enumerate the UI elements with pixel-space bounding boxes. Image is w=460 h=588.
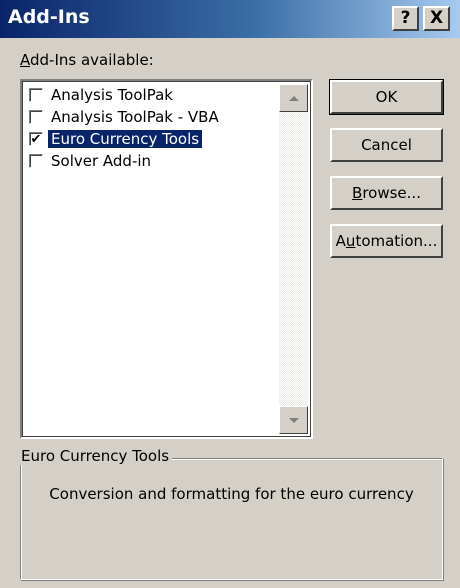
help-icon: ? — [400, 8, 411, 28]
list-item-analysis-toolpak[interactable]: Analysis ToolPak — [25, 84, 279, 106]
cancel-button[interactable]: Cancel — [330, 128, 443, 162]
list-item-euro-currency-tools[interactable]: ✔ Euro Currency Tools — [25, 128, 279, 150]
list-item-label: Analysis ToolPak - VBA — [51, 108, 219, 126]
checkbox-analysis-toolpak-vba[interactable] — [29, 110, 43, 124]
description-groupbox — [20, 458, 443, 580]
help-button[interactable]: ? — [392, 6, 419, 31]
list-item-solver-add-in[interactable]: Solver Add-in — [25, 150, 279, 172]
list-item-label: Solver Add-in — [51, 152, 152, 170]
list-item-analysis-toolpak-vba[interactable]: Analysis ToolPak - VBA — [25, 106, 279, 128]
browse-button[interactable]: Browse... — [330, 176, 443, 210]
automation-button[interactable]: Automation... — [330, 224, 443, 258]
cancel-button-label: Cancel — [361, 136, 412, 154]
close-button[interactable]: X — [423, 6, 450, 31]
title-bar[interactable]: Add-Ins ? X — [0, 0, 460, 38]
arrow-down-icon — [288, 417, 299, 423]
add-ins-available-label: Add-Ins available: — [20, 51, 154, 69]
listbox-scrollbar[interactable] — [279, 84, 308, 434]
list-item-label: Analysis ToolPak — [51, 86, 173, 104]
list-item-label: Euro Currency Tools — [48, 130, 203, 148]
ok-button-label: OK — [375, 88, 398, 106]
dialog-title: Add-Ins — [8, 6, 90, 28]
add-in-description: Conversion and formatting for the euro c… — [49, 485, 414, 503]
browse-button-label: Browse... — [352, 184, 421, 202]
close-icon: X — [429, 8, 444, 28]
checkbox-analysis-toolpak[interactable] — [29, 88, 43, 102]
add-ins-listbox[interactable]: Analysis ToolPak Analysis ToolPak - VBA … — [20, 79, 313, 439]
arrow-up-icon — [288, 95, 299, 101]
add-ins-dialog: Add-Ins ? X Add-Ins available: Analysis … — [0, 0, 460, 588]
checkbox-solver-add-in[interactable] — [29, 154, 43, 168]
checkmark-icon: ✔ — [30, 131, 42, 147]
checkbox-euro-currency-tools[interactable]: ✔ — [29, 132, 43, 146]
scroll-up-button[interactable] — [279, 84, 308, 112]
description-group-title: Euro Currency Tools — [18, 447, 173, 465]
scroll-down-button[interactable] — [279, 406, 308, 434]
ok-button[interactable]: OK — [329, 79, 444, 115]
automation-button-label: Automation... — [335, 232, 438, 250]
